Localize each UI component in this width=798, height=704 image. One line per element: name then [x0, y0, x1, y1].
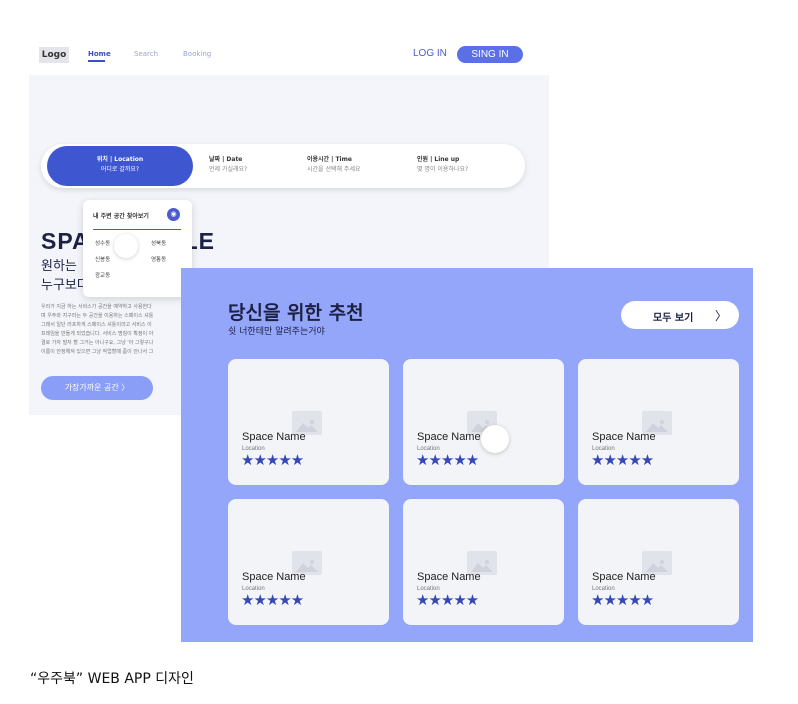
space-name: Space Name	[417, 571, 481, 583]
space-name: Space Name	[592, 571, 656, 583]
space-card[interactable]: Space Name Location ★★★★★	[578, 359, 739, 485]
chevron-right-icon: 〉	[715, 309, 728, 323]
signin-button[interactable]: SING IN	[457, 46, 523, 63]
locate-icon[interactable]: ◉	[167, 208, 180, 221]
space-card[interactable]: Space Name Location ★★★★★	[228, 359, 389, 485]
segment-title: 이용시간 | Time	[307, 156, 352, 163]
nav-active-indicator	[88, 60, 105, 62]
hero-body-line: 이름이 안정해져 있으면 그냥 작업할때 좀이 안나서 그	[41, 349, 154, 355]
login-link[interactable]: LOG IN	[413, 48, 447, 59]
nearest-space-button[interactable]: 가장가까운 공간 〉	[41, 376, 153, 400]
section-title: 당신을 위한 추천	[228, 302, 364, 324]
star-rating-icon: ★★★★★	[241, 591, 304, 609]
star-rating-icon: ★★★★★	[591, 591, 654, 609]
hero-body-line: 그래서 일단 러프하게 스페이스 셔틀이라고 서비스 이	[41, 322, 152, 328]
dropdown-item[interactable]: 광교동	[95, 271, 110, 279]
star-rating-icon: ★★★★★	[241, 451, 304, 469]
hero-body-line: 결로 가자 말자 할 그거는 아니구요, 그냥 '아 그렇구나	[41, 340, 154, 346]
search-segment-date[interactable]: 날짜 | Date 언제 가실래요?	[209, 155, 247, 175]
space-card[interactable]: Space Name Location ★★★★★	[403, 499, 564, 625]
hero-body-line: 프레임을 만들게 되었습니다. 서비스 명칭이 확정이 아	[41, 331, 154, 337]
search-segment-lineup[interactable]: 인원 | Line up 몇 명이 이용하나요?	[417, 155, 468, 175]
dropdown-item[interactable]: 성북동	[151, 239, 166, 247]
top-nav: Logo Home Search Booking LOG IN SING IN	[29, 35, 549, 75]
cursor-indicator	[114, 234, 138, 258]
view-all-label: 모두 보기	[653, 313, 694, 324]
star-rating-icon: ★★★★★	[416, 451, 479, 469]
nav-home[interactable]: Home	[88, 50, 111, 58]
segment-title: 날짜 | Date	[209, 156, 243, 163]
hero-subtitle: 원하는 누구보다	[41, 257, 89, 295]
space-name: Space Name	[242, 431, 306, 443]
star-rating-icon: ★★★★★	[591, 451, 654, 469]
space-name: Space Name	[417, 431, 481, 443]
space-card[interactable]: Space Name Location ★★★★★	[228, 499, 389, 625]
recommendation-page-mockup: 당신을 위한 추천 쉿 너한테만 알려주는거야 모두 보기 〉 Space Na…	[181, 268, 753, 642]
dropdown-title: 내 주변 공간 찾아보기	[93, 213, 149, 220]
segment-sub: 언제 가실래요?	[209, 166, 248, 173]
dropdown-divider	[93, 229, 181, 230]
segment-sub: 어디로 갈까요?	[100, 166, 140, 173]
dropdown-item[interactable]: 신봉동	[95, 255, 110, 263]
space-name: Space Name	[592, 431, 656, 443]
section-subtitle: 쉿 너한테만 알려주는거야	[228, 327, 325, 337]
nav-booking[interactable]: Booking	[183, 50, 211, 58]
hero-subtitle-line: 누구보다	[41, 278, 89, 293]
project-caption: “우주북” WEB APP 디자인	[30, 671, 194, 687]
cursor-indicator	[481, 425, 509, 453]
view-all-button[interactable]: 모두 보기 〉	[621, 301, 739, 329]
search-bar: 위치 | Location 어디로 갈까요? 날짜 | Date 언제 가실래요…	[41, 144, 525, 188]
segment-title: 위치 | Location	[96, 156, 144, 163]
segment-sub: 시간을 선택해 주세요	[307, 166, 361, 173]
segment-title: 인원 | Line up	[417, 156, 460, 163]
search-segment-location[interactable]: 위치 | Location 어디로 갈까요?	[47, 155, 193, 175]
segment-sub: 몇 명이 이용하나요?	[417, 166, 469, 173]
hero-subtitle-line: 원하는	[41, 259, 77, 274]
star-rating-icon: ★★★★★	[416, 591, 479, 609]
nav-search[interactable]: Search	[134, 50, 158, 58]
search-segment-time[interactable]: 이용시간 | Time 시간을 선택해 주세요	[307, 155, 361, 175]
space-card[interactable]: Space Name Location ★★★★★	[578, 499, 739, 625]
logo[interactable]: Logo	[39, 47, 69, 63]
hero-body: 우리가 지금 하는 서비스가 공간을 예약하고 사용한다 며 우주와 지구라는 …	[41, 303, 201, 357]
space-card[interactable]: Space Name Location ★★★★★	[403, 359, 564, 485]
hero-body-line: 며 우주와 지구라는 두 공간을 이용하는 스페이스 셔틀	[41, 313, 154, 319]
space-name: Space Name	[242, 571, 306, 583]
dropdown-item[interactable]: 성수동	[95, 239, 110, 247]
dropdown-item[interactable]: 영통동	[151, 255, 166, 263]
hero-body-line: 우리가 지금 하는 서비스가 공간을 예약하고 사용한다	[41, 304, 152, 310]
